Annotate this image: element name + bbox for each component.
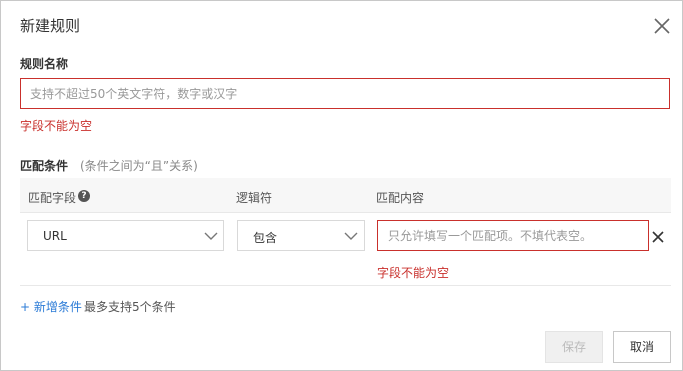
close-icon[interactable] <box>652 16 672 36</box>
divider <box>20 285 671 286</box>
column-field: 匹配字段 <box>28 191 77 205</box>
delete-condition-icon[interactable] <box>652 231 664 243</box>
operator-select[interactable]: 包含 <box>237 220 365 251</box>
column-operator: 逻辑符 <box>236 191 273 205</box>
match-field-value: URL <box>43 229 67 243</box>
conditions-hint: (条件之间为“且”关系) <box>80 159 198 173</box>
cancel-button[interactable]: 取消 <box>613 331 671 363</box>
conditions-table-header: 匹配字段 逻辑符 匹配内容 <box>20 178 671 213</box>
chevron-down-icon <box>204 229 218 243</box>
dialog-title: 新建规则 <box>20 17 81 35</box>
column-content: 匹配内容 <box>376 191 425 205</box>
match-field-select[interactable]: URL <box>27 220 224 251</box>
add-condition-link[interactable]: + 新增条件 <box>20 298 82 315</box>
rule-name-label: 规则名称 <box>20 57 69 71</box>
conditions-label: 匹配条件 <box>20 159 69 173</box>
chevron-down-icon <box>344 229 358 243</box>
rule-name-error: 字段不能为空 <box>20 119 93 133</box>
rule-name-input[interactable] <box>20 78 670 109</box>
save-button[interactable]: 保存 <box>545 331 603 363</box>
match-content-input[interactable] <box>377 220 649 251</box>
match-content-error: 字段不能为空 <box>377 266 450 280</box>
new-rule-dialog: 新建规则 规则名称 字段不能为空 匹配条件 (条件之间为“且”关系) 匹配字段 … <box>0 0 683 371</box>
help-icon[interactable]: ? <box>78 190 90 202</box>
operator-value: 包含 <box>253 231 278 245</box>
add-condition-note: 最多支持5个条件 <box>84 300 176 314</box>
